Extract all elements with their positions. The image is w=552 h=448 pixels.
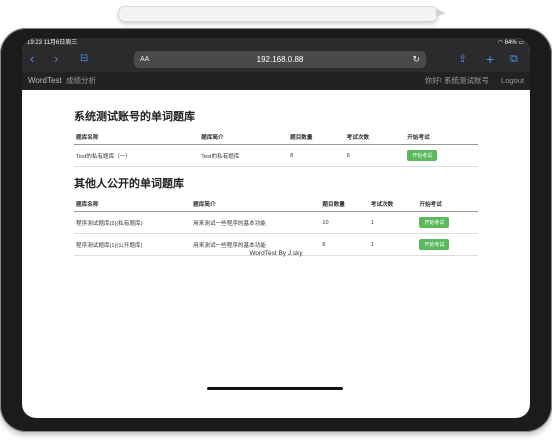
wifi-icon: ◠ — [497, 40, 505, 46]
user-greeting[interactable]: 你好! 系统测试账号 — [425, 76, 489, 85]
bank-name: Test的私有题库（一） — [74, 144, 200, 167]
main-content: 系统测试账号的单词题库 题库名称 题库简介 题目数量 考试次数 开始考试 Tes… — [74, 100, 478, 260]
col-exams: 考试次数 — [344, 130, 406, 145]
pencil-tip — [436, 9, 446, 17]
table-header-row: 题库名称 题库简介 题目数量 考试次数 开始考试 — [74, 130, 478, 145]
nav-link-analysis[interactable]: 成绩分析 — [66, 72, 96, 90]
start-exam-button[interactable]: 开始考试 — [407, 150, 438, 161]
home-indicator[interactable] — [207, 387, 343, 390]
col-start: 开始考试 — [405, 130, 478, 145]
reload-icon[interactable]: ↻ — [412, 51, 420, 68]
bank-desc: Test的私有题库 — [199, 144, 289, 167]
share-icon[interactable]: ⇪ — [458, 50, 467, 68]
battery-indicator: ◠ 84% ▭ — [497, 40, 524, 46]
site-brand[interactable]: WordTest — [28, 72, 62, 90]
bank-desc: 用来测试一些程序的基本功能 — [191, 211, 321, 234]
apple-pencil — [118, 6, 438, 22]
new-tab-icon[interactable]: + — [486, 50, 494, 68]
battery-icon: ▭ — [518, 40, 524, 46]
tabs-icon[interactable]: ⧉ — [510, 50, 518, 68]
col-start: 开始考试 — [417, 197, 478, 212]
col-count: 题目数量 — [320, 197, 369, 212]
section1-title: 系统测试账号的单词题库 — [74, 110, 195, 123]
col-count: 题目数量 — [288, 130, 345, 145]
bank-count: 8 — [288, 144, 345, 167]
col-desc: 题库简介 — [191, 197, 321, 212]
bank-count: 10 — [320, 211, 369, 234]
forward-icon[interactable]: › — [54, 50, 58, 68]
back-icon[interactable]: ‹ — [30, 50, 34, 68]
start-exam-cell: 开始考试 — [417, 211, 478, 234]
status-time: 19:23 11月6日周三 — [27, 40, 78, 46]
reader-aa-button[interactable]: AA — [140, 51, 149, 68]
address-text[interactable]: 192.168.0.88 — [257, 55, 304, 64]
logout-link[interactable]: Logout — [501, 76, 524, 85]
table-header-row: 题库名称 题库简介 题目数量 考试次数 开始考试 — [74, 197, 478, 212]
section2-title: 其他人公开的单词题库 — [74, 177, 184, 190]
my-wordbank-table: 题库名称 题库简介 题目数量 考试次数 开始考试 Test的私有题库（一） Te… — [74, 130, 478, 167]
table-row: Test的私有题库（一） Test的私有题库 8 6 开始考试 — [74, 144, 478, 167]
status-bar: 19:23 11月6日周三 ◠ 84% ▭ — [22, 38, 530, 48]
col-exams: 考试次数 — [368, 197, 418, 212]
col-desc: 题库简介 — [199, 130, 289, 145]
bookmarks-icon[interactable]: ⊟ — [80, 50, 88, 68]
ipad-screen: 19:23 11月6日周三 ◠ 84% ▭ ‹ › ⊟ AA 192.168.0… — [22, 38, 530, 418]
site-navbar: WordTest 成绩分析 你好! 系统测试账号 Logout — [22, 72, 530, 90]
col-name: 题库名称 — [74, 130, 200, 145]
safari-toolbar: ‹ › ⊟ AA 192.168.0.88 ↻ ⇪ + ⧉ — [22, 48, 530, 72]
public-wordbank-table: 题库名称 题库简介 题目数量 考试次数 开始考试 程序测试题库(2)(私有题库)… — [74, 197, 478, 256]
address-bar[interactable]: AA 192.168.0.88 ↻ — [134, 51, 426, 68]
col-name: 题库名称 — [74, 197, 192, 212]
bank-name: 程序测试题库(2)(私有题库) — [74, 211, 192, 234]
page-footer: WordTest By J.sky — [249, 250, 303, 257]
nav-right: 你好! 系统测试账号 Logout — [415, 72, 524, 90]
start-exam-button[interactable]: 开始考试 — [419, 217, 450, 228]
start-exam-button[interactable]: 开始考试 — [419, 239, 450, 250]
table-row: 程序测试题库(2)(私有题库) 用来测试一些程序的基本功能 10 1 开始考试 — [74, 211, 478, 234]
start-exam-cell: 开始考试 — [405, 144, 478, 167]
bank-exams: 1 — [368, 211, 418, 234]
bank-exams: 6 — [344, 144, 406, 167]
